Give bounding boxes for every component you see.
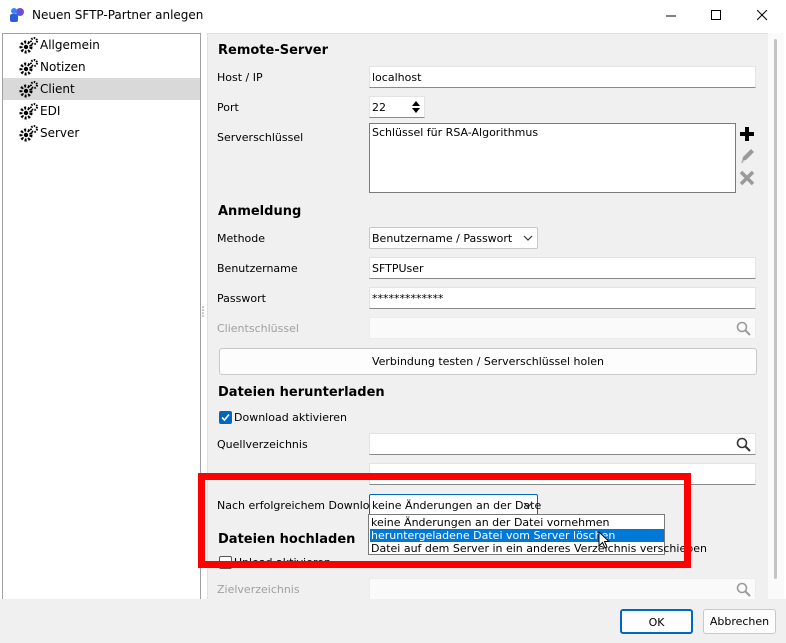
target-dir-label: Zielverzeichnis	[217, 583, 300, 596]
password-label: Passwort	[217, 292, 266, 305]
server-key-label: Serverschlüssel	[217, 131, 304, 144]
username-input[interactable]: SFTPUser	[369, 257, 756, 279]
plus-icon[interactable]	[739, 126, 755, 142]
host-input[interactable]: localhost	[369, 66, 756, 88]
search-icon[interactable]	[736, 582, 751, 597]
vertical-scrollbar[interactable]	[768, 33, 784, 599]
sidebar-item-edi[interactable]: EDI	[3, 100, 200, 122]
host-label: Host / IP	[217, 71, 263, 84]
chevron-down-icon	[523, 235, 533, 241]
minimize-icon	[665, 15, 676, 17]
search-icon[interactable]	[736, 321, 751, 336]
scrollbar-thumb[interactable]	[774, 39, 777, 579]
password-input[interactable]: *************	[369, 287, 756, 309]
sidebar-item-label: Client	[40, 82, 75, 96]
section-heading: Remote-Server	[218, 43, 329, 58]
sidebar-item-notizen[interactable]: Notizen	[3, 56, 200, 78]
source-dir-input[interactable]	[369, 433, 756, 455]
download-checkbox[interactable]	[219, 411, 232, 424]
maximize-button[interactable]	[693, 0, 739, 31]
client-key-label: Clientschlüssel	[217, 322, 299, 335]
sidebar-item-label: EDI	[40, 104, 61, 118]
method-label: Methode	[217, 232, 266, 245]
minimize-button[interactable]	[648, 0, 694, 31]
username-label: Benutzername	[217, 262, 298, 275]
sidebar-item-server[interactable]: Server	[3, 122, 200, 144]
section-heading: Dateien herunterladen	[218, 385, 385, 400]
search-icon[interactable]	[736, 437, 751, 452]
maximize-icon	[710, 10, 721, 20]
download-checkbox-label[interactable]: Download aktivieren	[234, 411, 347, 424]
host-value: localhost	[372, 71, 422, 84]
splitter-handle[interactable]	[201, 305, 205, 322]
pencil-icon[interactable]	[739, 148, 755, 164]
close-icon	[756, 10, 767, 21]
window-title: Neuen SFTP-Partner anlegen	[32, 8, 204, 22]
close-button[interactable]	[739, 0, 785, 31]
server-key-textarea[interactable]: Schlüssel für RSA-Algorithmus	[369, 123, 736, 193]
gear-icon	[19, 37, 38, 54]
method-select[interactable]: Benutzername / Passwort	[369, 227, 538, 249]
title-bar: Neuen SFTP-Partner anlegen	[0, 0, 786, 31]
gear-icon	[19, 81, 38, 98]
gear-icon	[19, 59, 38, 76]
gear-icon	[19, 125, 38, 142]
cancel-button[interactable]: Abbrechen	[703, 609, 776, 634]
port-label: Port	[217, 101, 239, 114]
sidebar-item-label: Notizen	[40, 60, 86, 74]
sidebar-item-label: Allgemein	[40, 38, 100, 52]
app-icon	[9, 7, 25, 23]
server-key-value: Schlüssel für RSA-Algorithmus	[372, 126, 539, 139]
ok-button[interactable]: OK	[620, 609, 693, 634]
method-value: Benutzername / Passwort	[372, 232, 513, 245]
source-dir-label: Quellverzeichnis	[217, 438, 308, 451]
username-value: SFTPUser	[372, 262, 424, 275]
sidebar-item-label: Server	[40, 126, 80, 140]
sidebar: Allgemein Notizen Client EDI Server	[2, 33, 201, 601]
sidebar-item-client[interactable]: Client	[3, 78, 200, 100]
password-value: *************	[372, 292, 444, 305]
client-key-input[interactable]	[369, 317, 756, 339]
spin-arrows-icon[interactable]	[411, 100, 421, 114]
section-heading: Anmeldung	[218, 204, 302, 219]
delete-icon[interactable]	[739, 170, 755, 186]
checkmark-icon	[221, 413, 230, 422]
port-spinbox[interactable]: 22	[369, 96, 425, 118]
gear-icon	[19, 103, 38, 120]
sidebar-item-allgemein[interactable]: Allgemein	[3, 34, 200, 56]
dialog-footer: OK Abbrechen	[0, 599, 786, 643]
highlight-box	[198, 473, 691, 568]
target-dir-input[interactable]	[369, 578, 756, 600]
port-value: 22	[372, 101, 386, 114]
test-connection-button[interactable]: Verbindung testen / Serverschlüssel hole…	[219, 348, 757, 375]
